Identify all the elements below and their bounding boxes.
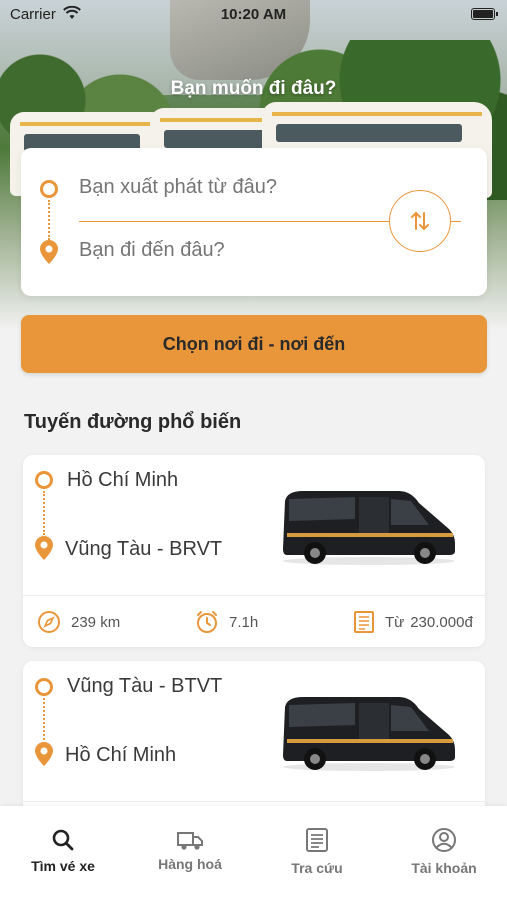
route-dotted-line (48, 200, 50, 240)
destination-pin-icon (40, 240, 58, 264)
search-card (21, 148, 487, 296)
account-icon (432, 828, 456, 852)
alarm-clock-icon (197, 611, 217, 633)
route-price-prefix: Từ (385, 613, 405, 631)
limousine-van-image (283, 491, 455, 565)
route-dotted-line (43, 698, 45, 740)
route-card-divider (23, 801, 485, 802)
route-distance: 239 km (37, 608, 120, 636)
swap-icon (411, 211, 429, 231)
choose-route-button[interactable]: Chọn nơi đi - nơi đến (21, 315, 487, 373)
tab-account[interactable]: Tài khoản (381, 806, 507, 900)
route-duration-value: 7.1h (229, 613, 259, 631)
compass-icon (38, 611, 60, 633)
route-distance-value: 239 km (71, 613, 121, 631)
route-duration: 7.1h (195, 608, 258, 636)
origin-marker-icon (40, 180, 58, 198)
destination-input[interactable] (79, 239, 379, 262)
bottom-tab-bar: Tìm vé xe Hàng hoá Tra cứu Tài khoản (0, 806, 507, 900)
swap-locations-button[interactable] (389, 190, 451, 252)
destination-pin-icon (35, 536, 53, 560)
hero-title: Bạn muốn đi đâu? (170, 78, 337, 99)
route-price: Từ 230.000đ (353, 608, 473, 636)
route-price-value: 230.000đ (410, 613, 473, 631)
tab-label: Tra cứu (291, 860, 343, 876)
route-destination: Vũng Tàu - BRVT (65, 538, 223, 560)
origin-marker-icon (35, 678, 53, 696)
tab-label: Hàng hoá (158, 856, 222, 872)
truck-icon (177, 832, 203, 850)
route-origin: Vũng Tàu - BTVT (67, 675, 223, 697)
status-bar: Carrier 10:20 AM (0, 0, 507, 28)
route-card[interactable]: Hồ Chí Minh Vũng Tàu - BRVT 239 km 7.1h … (23, 455, 485, 647)
route-destination: Hồ Chí Minh (65, 744, 177, 766)
receipt-icon (354, 611, 374, 633)
origin-marker-icon (35, 471, 53, 489)
route-dotted-line (43, 491, 45, 535)
route-card-divider (23, 595, 485, 596)
status-time: 10:20 AM (220, 6, 287, 23)
destination-pin-icon (35, 742, 53, 766)
route-origin: Hồ Chí Minh (67, 469, 179, 491)
battery-icon (471, 8, 498, 20)
limousine-van-image (283, 697, 455, 771)
popular-routes-title: Tuyến đường phổ biến (24, 411, 242, 433)
tab-cargo[interactable]: Hàng hoá (127, 806, 253, 900)
tab-search-tickets[interactable]: Tìm vé xe (0, 806, 126, 900)
tab-label: Tài khoản (411, 860, 477, 876)
search-icon (52, 829, 74, 851)
tab-label: Tìm vé xe (31, 858, 95, 874)
document-icon (306, 828, 328, 852)
origin-input[interactable] (79, 176, 379, 199)
tab-lookup[interactable]: Tra cứu (254, 806, 380, 900)
